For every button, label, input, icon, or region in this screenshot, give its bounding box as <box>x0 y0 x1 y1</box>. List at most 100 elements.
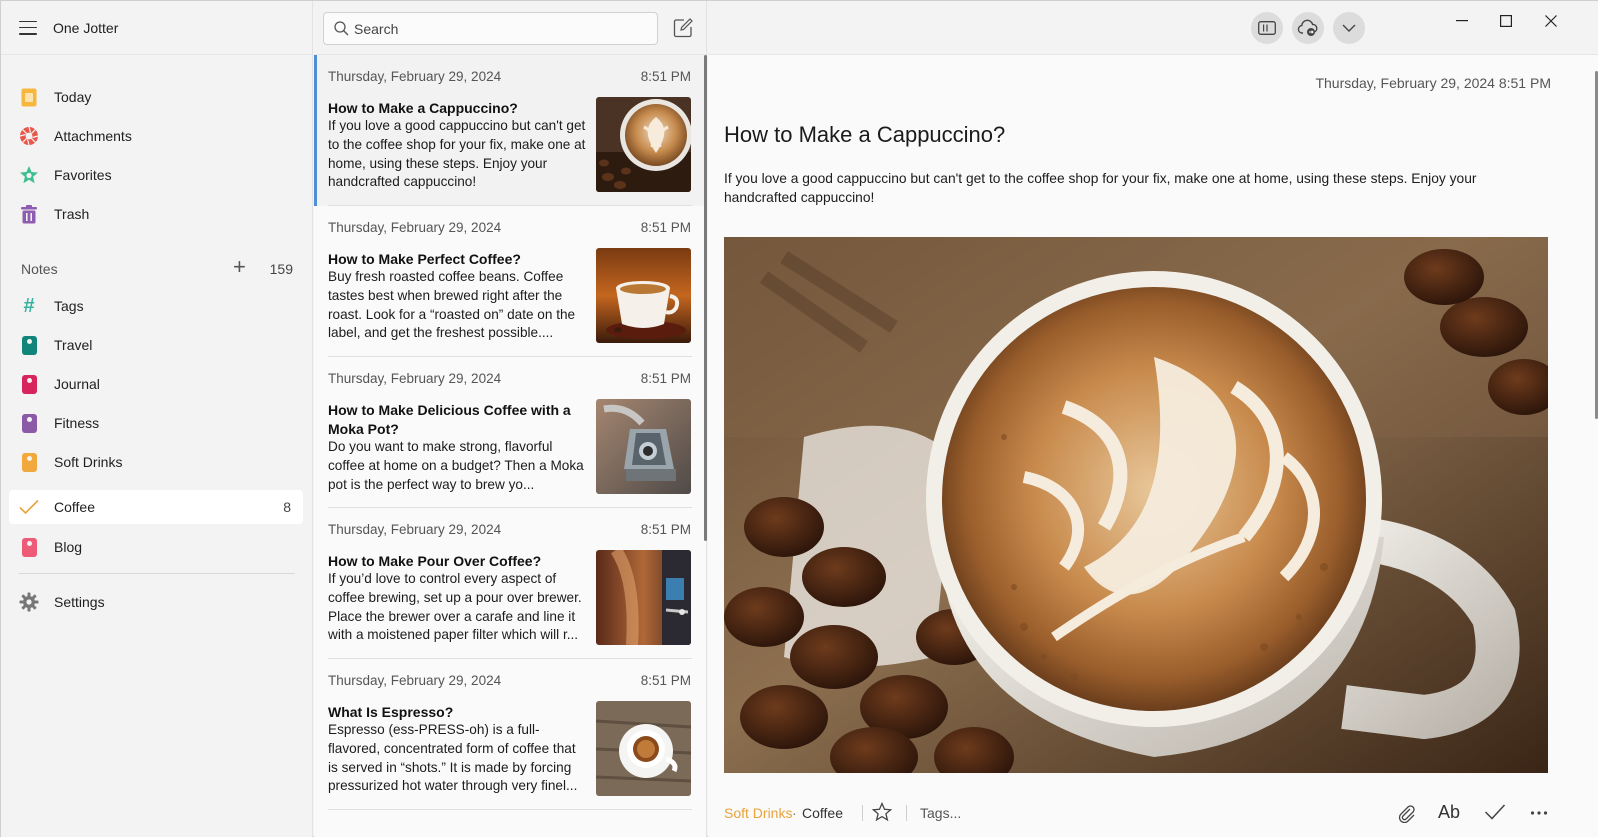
sidebar: One Jotter Today Attachments Favorites T… <box>1 1 313 837</box>
favorites-icon <box>19 165 39 185</box>
footer-separator: · <box>792 805 797 821</box>
note-list-scrollbar[interactable] <box>704 55 707 541</box>
sidebar-item-today[interactable]: Today <box>9 80 303 114</box>
note-preview: If you love a good cappuccino but can't … <box>328 118 586 190</box>
text-format-icon[interactable]: Ab <box>1438 802 1460 823</box>
sidebar-item-label: Tags <box>54 298 84 314</box>
sidebar-item-label: Travel <box>54 337 93 353</box>
sidebar-item-coffee[interactable]: Coffee 8 <box>9 490 303 524</box>
note-footer: Soft Drinks · Coffee Tags... Ab <box>724 801 1560 826</box>
search-input[interactable] <box>354 17 644 41</box>
tag-icon <box>19 374 39 394</box>
note-card[interactable]: Thursday, February 29, 2024 8:51 PM How … <box>314 357 704 508</box>
note-list-pane: Thursday, February 29, 2024 8:51 PM How … <box>314 1 707 837</box>
footer-notebook-link[interactable]: Soft Drinks <box>724 805 792 821</box>
sidebar-item-tags[interactable]: # Tags <box>9 289 303 323</box>
sidebar-item-label: Journal <box>54 376 100 392</box>
note-date: Thursday, February 29, 2024 <box>328 371 502 386</box>
sidebar-item-label: Soft Drinks <box>54 454 123 470</box>
note-time: 8:51 PM <box>640 522 691 537</box>
panel-toggle-icon[interactable] <box>1251 12 1283 44</box>
note-title: How to Make Perfect Coffee? <box>328 251 521 267</box>
sidebar-item-journal[interactable]: Journal <box>9 367 303 401</box>
tag-icon <box>19 335 39 355</box>
note-card[interactable]: Thursday, February 29, 2024 8:51 PM How … <box>314 206 704 357</box>
notes-count: 159 <box>269 261 293 277</box>
maximize-icon[interactable] <box>1489 11 1523 31</box>
sidebar-header: One Jotter <box>1 1 312 55</box>
detail-toolbar <box>708 1 1598 55</box>
search-box[interactable] <box>323 12 658 45</box>
espresso-top-thumb <box>596 701 691 796</box>
minimize-icon[interactable] <box>1445 11 1479 31</box>
sidebar-item-trash[interactable]: Trash <box>9 197 303 231</box>
note-title: What Is Espresso? <box>328 704 454 720</box>
sidebar-item-label: Settings <box>54 594 105 610</box>
sidebar-item-travel[interactable]: Travel <box>9 328 303 362</box>
note-card[interactable]: Thursday, February 29, 2024 8:51 PM How … <box>314 508 704 659</box>
moka-pot-thumb <box>596 399 691 494</box>
sidebar-item-label: Attachments <box>54 128 132 144</box>
note-date: Thursday, February 29, 2024 <box>328 673 502 688</box>
note-time: 8:51 PM <box>640 220 691 235</box>
star-icon[interactable] <box>871 801 893 825</box>
footer-divider <box>906 805 907 821</box>
sidebar-item-settings[interactable]: Settings <box>9 585 303 619</box>
tag-icon <box>19 537 39 557</box>
tag-icon <box>19 452 39 472</box>
note-time: 8:51 PM <box>640 673 691 688</box>
search-icon <box>334 21 349 39</box>
sidebar-divider <box>19 573 295 574</box>
sidebar-item-label: Favorites <box>54 167 112 183</box>
sidebar-item-label: Coffee <box>54 499 95 515</box>
today-icon <box>19 87 39 107</box>
hash-icon: # <box>23 294 35 317</box>
app-window: One Jotter Today Attachments Favorites T… <box>0 0 1598 837</box>
sidebar-item-soft-drinks[interactable]: Soft Drinks <box>9 445 303 479</box>
chevron-down-icon[interactable] <box>1333 12 1365 44</box>
note-preview: Do you want to make strong, flavorful co… <box>328 439 584 492</box>
new-note-icon[interactable] <box>673 18 693 41</box>
note-title: How to Make Delicious Coffee with a Moka… <box>328 402 571 437</box>
notes-section-header: Notes + 159 <box>21 256 293 279</box>
cloud-sync-icon[interactable] <box>1292 12 1324 44</box>
close-icon[interactable] <box>1534 11 1568 31</box>
pour-over-thumb <box>596 550 691 645</box>
sidebar-item-blog[interactable]: Blog <box>9 530 303 564</box>
search-bar-row <box>314 1 706 55</box>
espresso-cup-thumb <box>596 248 691 343</box>
check-icon[interactable] <box>1484 803 1506 824</box>
attachments-icon <box>19 126 39 146</box>
note-date: Thursday, February 29, 2024 <box>328 69 502 84</box>
hamburger-menu-icon[interactable] <box>19 20 37 35</box>
sidebar-item-fitness[interactable]: Fitness <box>9 406 303 440</box>
footer-divider <box>862 805 863 821</box>
sidebar-item-favorites[interactable]: Favorites <box>9 158 303 192</box>
sidebar-item-label: Blog <box>54 539 83 555</box>
note-title-heading[interactable]: How to Make a Cappuccino? <box>724 122 1005 148</box>
note-body-text[interactable]: If you love a good cappuccino but can't … <box>724 169 1514 207</box>
note-title: How to Make Pour Over Coffee? <box>328 553 542 569</box>
sidebar-item-count: 8 <box>283 499 291 515</box>
note-card[interactable]: Thursday, February 29, 2024 8:51 PM What… <box>314 659 704 810</box>
cappuccino-thumb <box>596 97 691 192</box>
note-date: Thursday, February 29, 2024 <box>328 220 502 235</box>
note-datetime: Thursday, February 29, 2024 8:51 PM <box>1315 75 1551 91</box>
paperclip-icon[interactable] <box>1396 803 1416 826</box>
tag-icon <box>19 413 39 433</box>
footer-tag-link[interactable]: Coffee <box>802 805 843 821</box>
sidebar-item-attachments[interactable]: Attachments <box>9 119 303 153</box>
more-options-icon[interactable] <box>1530 805 1548 824</box>
sidebar-item-label: Today <box>54 89 92 105</box>
cappuccino-latte-art-photo <box>724 237 1548 773</box>
notes-header-label: Notes <box>21 261 58 277</box>
gear-icon <box>19 592 39 612</box>
note-title: How to Make a Cappuccino? <box>328 100 518 116</box>
app-title: One Jotter <box>53 19 119 36</box>
tags-input[interactable]: Tags... <box>920 805 961 821</box>
check-icon <box>19 497 39 517</box>
note-preview: If you’d love to control every aspect of… <box>328 571 582 643</box>
note-card[interactable]: Thursday, February 29, 2024 8:51 PM How … <box>314 55 704 206</box>
trash-icon <box>19 204 39 224</box>
plus-icon[interactable]: + <box>233 256 246 278</box>
